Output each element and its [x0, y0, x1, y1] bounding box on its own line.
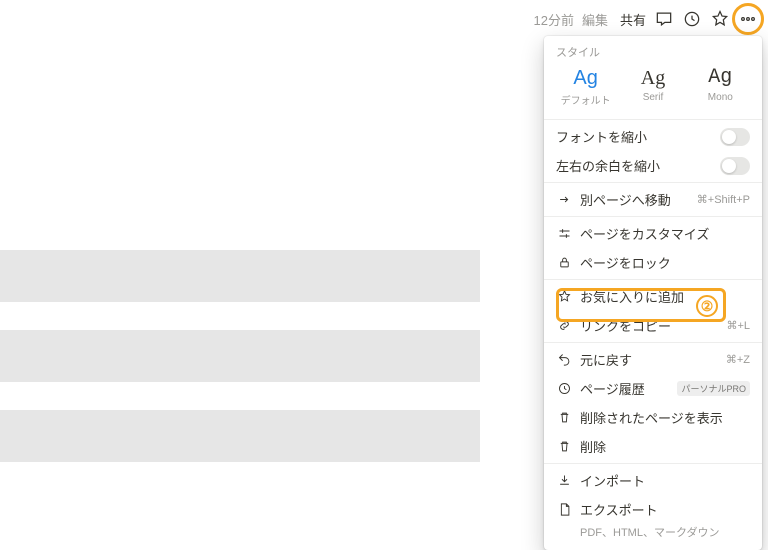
full-width-toggle-row: 左右の余白を縮小 [544, 151, 762, 180]
font-default[interactable]: Ag デフォルト [556, 68, 616, 107]
add-favorites-item[interactable]: お気に入りに追加 [544, 282, 762, 311]
show-deleted-item[interactable]: 削除されたページを表示 [544, 403, 762, 432]
edited-label: 編集 [582, 10, 608, 29]
pro-badge: パーソナルPRO [677, 381, 750, 396]
font-mono[interactable]: Ag Mono [690, 68, 750, 107]
comments-icon[interactable] [654, 9, 674, 29]
small-text-toggle[interactable] [720, 128, 750, 146]
trash-icon [556, 439, 572, 454]
full-width-toggle[interactable] [720, 157, 750, 175]
content-block [0, 330, 480, 382]
delete-item[interactable]: 削除 [544, 432, 762, 461]
arrow-right-icon [556, 192, 572, 207]
lock-icon [556, 255, 572, 270]
last-edited-time: 12分前 [534, 10, 574, 29]
content-block [0, 250, 480, 302]
divider [544, 216, 762, 217]
more-button[interactable] [738, 9, 758, 29]
page-history-item[interactable]: ページ履歴 パーソナルPRO [544, 374, 762, 403]
divider [544, 463, 762, 464]
undo-icon [556, 352, 572, 367]
updates-icon[interactable] [682, 9, 702, 29]
page-options-menu: スタイル Ag デフォルト Ag Serif Ag Mono フォントを縮小 左… [544, 36, 762, 550]
annotation-2: ② [696, 295, 718, 317]
font-options: Ag デフォルト Ag Serif Ag Mono [544, 64, 762, 117]
font-serif[interactable]: Ag Serif [623, 68, 683, 107]
style-header: スタイル [544, 36, 762, 64]
full-width-label: 左右の余白を縮小 [556, 156, 660, 175]
trash-restore-icon [556, 410, 572, 425]
topbar: 12分前 編集 共有 [524, 0, 768, 38]
divider [544, 182, 762, 183]
divider [544, 119, 762, 120]
divider [544, 279, 762, 280]
customize-page-item[interactable]: ページをカスタマイズ [544, 219, 762, 248]
page-content-placeholder [0, 250, 480, 490]
file-icon [556, 502, 572, 517]
small-text-toggle-row: フォントを縮小 [544, 122, 762, 151]
divider [544, 342, 762, 343]
history-icon [556, 381, 572, 396]
move-to-item[interactable]: 別ページへ移動 ⌘+Shift+P [544, 185, 762, 214]
undo-item[interactable]: 元に戻す ⌘+Z [544, 345, 762, 374]
share-button[interactable]: 共有 [620, 10, 646, 29]
star-icon [556, 289, 572, 304]
copy-link-item[interactable]: リンクをコピー ⌘+L [544, 311, 762, 340]
download-icon [556, 473, 572, 488]
small-text-label: フォントを縮小 [556, 127, 647, 146]
export-item[interactable]: エクスポート [544, 495, 762, 524]
link-icon [556, 318, 572, 333]
export-sub: PDF、HTML、マークダウン [544, 524, 762, 544]
favorite-icon[interactable] [710, 9, 730, 29]
import-item[interactable]: インポート [544, 466, 762, 495]
sliders-icon [556, 226, 572, 241]
lock-page-item[interactable]: ページをロック [544, 248, 762, 277]
content-block [0, 410, 480, 462]
